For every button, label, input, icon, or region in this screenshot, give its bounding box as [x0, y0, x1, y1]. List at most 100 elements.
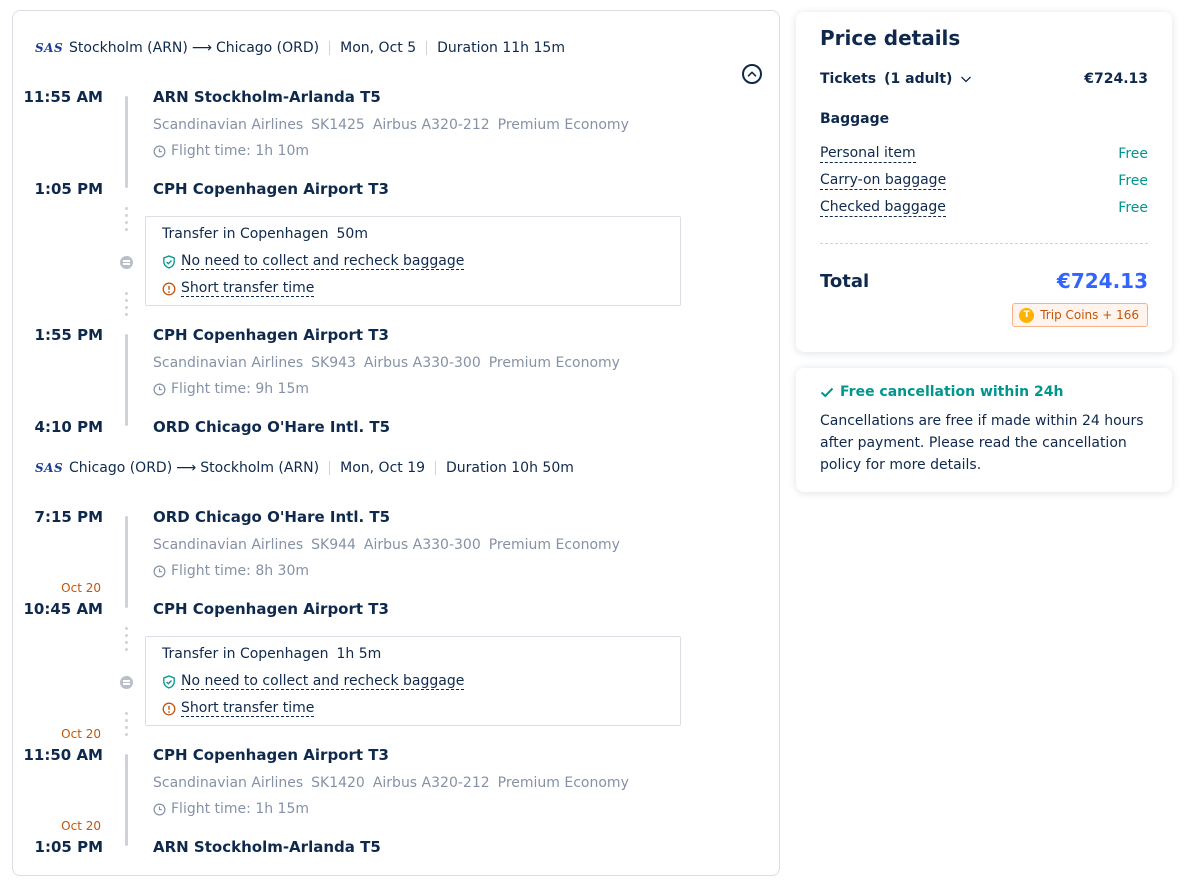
dotted-connector [125, 207, 128, 235]
baggage-value: Free [1118, 173, 1148, 189]
segment-line [125, 516, 128, 608]
baggage-label[interactable]: Carry-on baggage [820, 172, 947, 190]
aircraft: Airbus A320-212 [372, 775, 490, 791]
flight-time-text: Flight time: 8h 30m [171, 563, 310, 579]
divider [435, 461, 437, 475]
sas-logo: SAS [35, 41, 64, 55]
return-origin: Chicago (ORD) [69, 460, 173, 476]
outbound-header: SAS Stockholm (ARN) ⟶ Chicago (ORD) Mon,… [35, 36, 565, 60]
transfer-duration: 50m [336, 226, 368, 242]
return-destination: Stockholm (ARN) [200, 460, 320, 476]
total-row: Total €724.13 [820, 268, 1148, 294]
sas-logo: SAS [35, 461, 64, 475]
baggage-label[interactable]: Checked baggage [820, 199, 946, 217]
departure-time: 1:55 PM [34, 326, 103, 344]
baggage-label[interactable]: Personal item [820, 145, 916, 163]
shield-check-icon [163, 674, 175, 689]
flight-number: SK944 [311, 537, 356, 553]
arrival-airport: ARN Stockholm-Arlanda T5 [153, 838, 381, 856]
baggage-note-text: No need to collect and recheck baggage [181, 673, 465, 690]
arrival-date-note: Oct 20 [61, 819, 101, 833]
arrival-airport: ORD Chicago O'Hare Intl. T5 [153, 418, 391, 436]
baggage-row: Personal item Free [820, 144, 1148, 164]
arrival-airport: CPH Copenhagen Airport T3 [153, 600, 389, 618]
transfer-warning-text: Short transfer time [181, 700, 315, 717]
cabin-class: Premium Economy [488, 537, 620, 553]
segment-line [125, 754, 128, 846]
transfer-title: Transfer in Copenhagen 50m [162, 226, 368, 242]
arrival-time: 1:05 PM [34, 180, 103, 198]
airline-name: Scandinavian Airlines [153, 775, 304, 791]
price-details-card: Price details Tickets (1 adult) €724.13 … [796, 12, 1172, 352]
aircraft: Airbus A330-300 [363, 355, 481, 371]
baggage-note[interactable]: No need to collect and recheck baggage [162, 673, 465, 690]
aircraft: Airbus A320-212 [372, 117, 490, 133]
itinerary-card: SAS Stockholm (ARN) ⟶ Chicago (ORD) Mon,… [12, 10, 780, 876]
alert-circle-icon [162, 282, 176, 295]
departure-date-note: Oct 20 [61, 727, 101, 741]
baggage-note-text: No need to collect and recheck baggage [181, 253, 465, 270]
check-icon [820, 387, 834, 398]
outbound-duration: Duration 11h 15m [437, 40, 565, 56]
flight-time-text: Flight time: 9h 15m [171, 381, 310, 397]
flight-duration: Flight time: 9h 15m [153, 381, 309, 397]
departure-time: 7:15 PM [34, 508, 103, 526]
chevron-down-icon [961, 76, 972, 83]
flight-number: SK1425 [311, 117, 365, 133]
transfer-box: Transfer in Copenhagen 1h 5m No need to c… [145, 636, 681, 726]
airline-name: Scandinavian Airlines [153, 117, 304, 133]
cabin-class: Premium Economy [488, 355, 620, 371]
outbound-destination: Chicago (ORD) [215, 40, 320, 56]
clock-icon [153, 383, 166, 395]
cancellation-card: Free cancellation within 24h Cancellatio… [796, 368, 1172, 492]
chevron-up-circle-icon[interactable] [742, 64, 762, 84]
price-details-title: Price details [820, 26, 961, 50]
departure-airport: CPH Copenhagen Airport T3 [153, 746, 389, 764]
cancellation-title-text: Free cancellation within 24h [840, 384, 1064, 400]
transfer-duration: 1h 5m [336, 646, 382, 662]
baggage-title: Baggage [820, 111, 890, 127]
dotted-connector [125, 292, 128, 320]
transfer-warning-text: Short transfer time [181, 280, 315, 297]
outbound-date: Mon, Oct 5 [340, 40, 417, 56]
transfer-warning[interactable]: Short transfer time [162, 700, 315, 717]
tickets-quantity: (1 adult) [884, 71, 953, 87]
route-arrow-icon: ⟶ [176, 460, 197, 476]
trip-coin-icon: T [1019, 307, 1035, 323]
clock-icon [153, 565, 166, 577]
clock-icon [153, 803, 166, 815]
departure-airport: ORD Chicago O'Hare Intl. T5 [153, 508, 391, 526]
cabin-class: Premium Economy [497, 775, 629, 791]
trip-coins-text: Trip Coins + 166 [1040, 308, 1139, 322]
dotted-connector [125, 627, 128, 655]
flight-time-text: Flight time: 1h 15m [171, 801, 310, 817]
tickets-amount: €724.13 [1084, 71, 1148, 87]
flight-duration: Flight time: 1h 10m [153, 143, 309, 159]
airline-name: Scandinavian Airlines [153, 355, 304, 371]
arrival-date-note: Oct 20 [61, 581, 101, 595]
transfer-icon [120, 676, 133, 689]
flight-info: Scandinavian Airlines SK944 Airbus A330-30… [153, 537, 628, 553]
arrival-time: 4:10 PM [34, 418, 103, 436]
baggage-value: Free [1118, 146, 1148, 162]
flight-time-text: Flight time: 1h 10m [171, 143, 310, 159]
aircraft: Airbus A330-300 [363, 537, 481, 553]
baggage-value: Free [1118, 200, 1148, 216]
divider [329, 461, 331, 475]
return-date: Mon, Oct 19 [340, 460, 426, 476]
total-label: Total [820, 270, 870, 292]
flight-number: SK943 [311, 355, 356, 371]
flight-info: Scandinavian Airlines SK1420 Airbus A320-2… [153, 775, 637, 791]
transfer-city: Transfer in Copenhagen [162, 646, 329, 662]
transfer-box: Transfer in Copenhagen 50m No need to col… [145, 216, 681, 306]
tickets-toggle[interactable]: Tickets (1 adult) [820, 71, 972, 87]
tickets-row: Tickets (1 adult) €724.13 [820, 69, 1148, 89]
baggage-note[interactable]: No need to collect and recheck baggage [162, 253, 465, 270]
flight-duration: Flight time: 1h 15m [153, 801, 309, 817]
cancellation-title: Free cancellation within 24h [820, 384, 1063, 400]
cabin-class: Premium Economy [497, 117, 629, 133]
transfer-warning[interactable]: Short transfer time [162, 280, 315, 297]
flight-number: SK1420 [311, 775, 365, 791]
segment-line [125, 96, 128, 188]
transfer-title: Transfer in Copenhagen 1h 5m [162, 646, 381, 662]
